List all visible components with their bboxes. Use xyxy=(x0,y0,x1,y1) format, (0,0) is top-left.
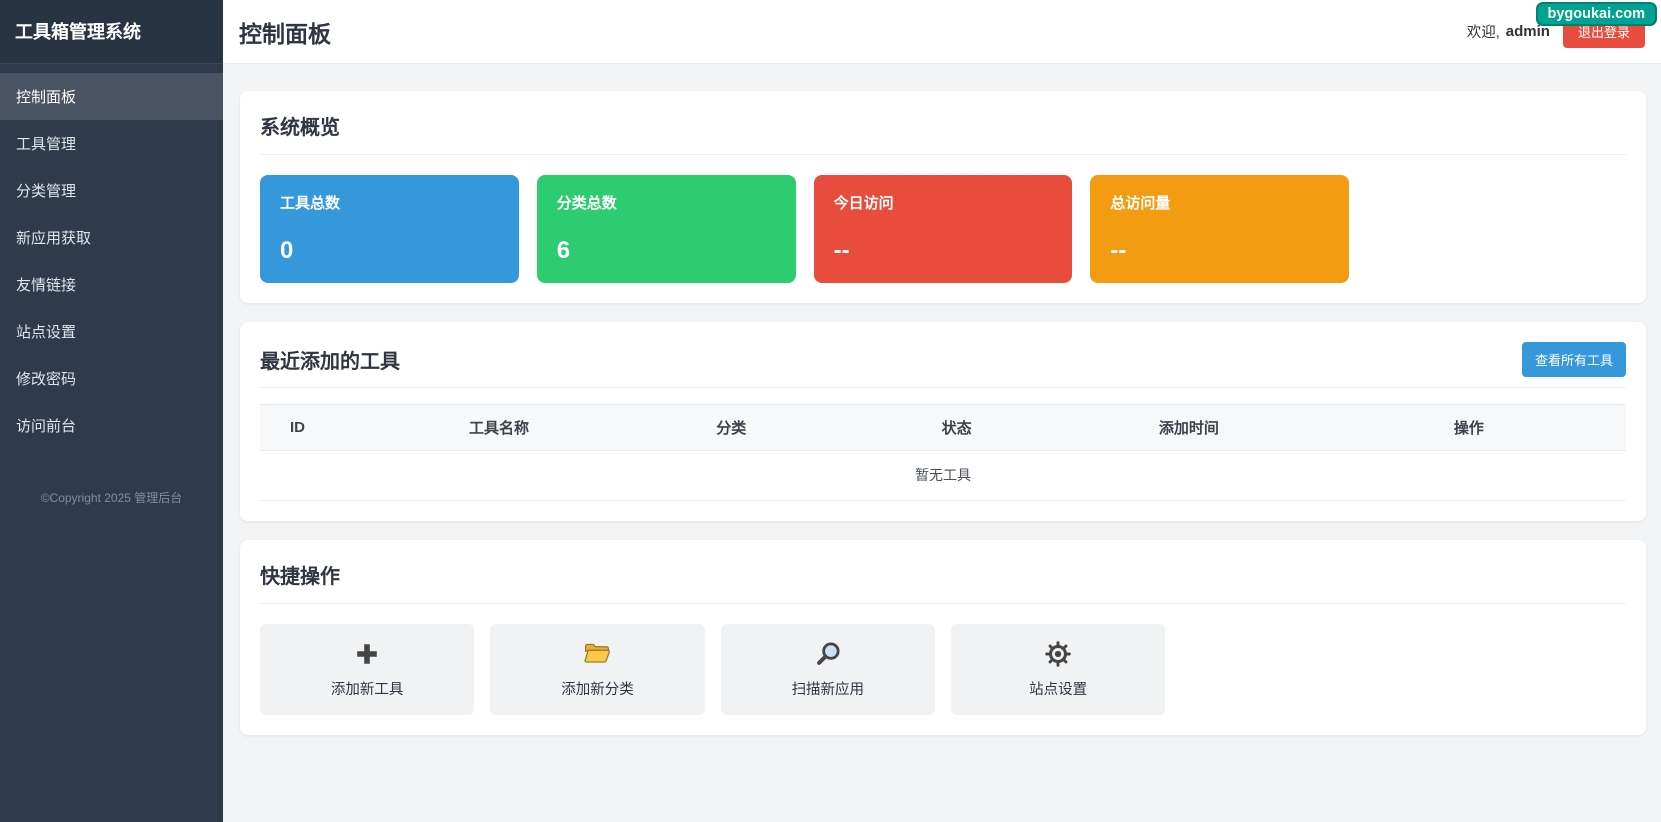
column-header: 添加时间 xyxy=(1066,405,1312,451)
topbar: 控制面板 欢迎, admin 退出登录 xyxy=(223,0,1661,64)
column-header: 状态 xyxy=(847,405,1066,451)
recent-tools-title: 最近添加的工具 xyxy=(260,345,400,374)
column-header: 操作 xyxy=(1312,405,1626,451)
quick-action-label: 添加新工具 xyxy=(270,678,464,699)
table-empty-row: 暂无工具 xyxy=(260,451,1626,501)
sidebar-item[interactable]: 访问前台 xyxy=(0,402,223,449)
sidebar-item-label: 修改密码 xyxy=(16,371,76,388)
stat-label: 今日访问 xyxy=(834,192,1053,213)
sidebar-item-label: 分类管理 xyxy=(16,183,76,200)
content: 系统概览 工具总数 0 分类总数 6 今日访问 -- 总访问量 -- 最近添加的… xyxy=(223,64,1661,754)
plus-icon xyxy=(353,640,381,668)
quick-action-icon-wrap xyxy=(270,639,464,669)
quick-action-label: 添加新分类 xyxy=(500,678,694,699)
search-icon xyxy=(814,640,842,668)
recent-tools-head: 最近添加的工具 查看所有工具 xyxy=(260,342,1626,388)
sidebar-item[interactable]: 修改密码 xyxy=(0,355,223,402)
sidebar-menu: 控制面板 工具管理 分类管理 新应用获取 友情链接 站点设置 修改密码 访问前台 xyxy=(0,64,223,449)
table-header-row: ID工具名称分类状态添加时间操作 xyxy=(260,405,1626,451)
sidebar-item[interactable]: 分类管理 xyxy=(0,167,223,214)
stat-value: -- xyxy=(1110,237,1329,265)
stat-card: 总访问量 -- xyxy=(1090,175,1349,283)
quick-action-tile[interactable]: 扫描新应用 xyxy=(721,624,935,715)
recent-tools-table: ID工具名称分类状态添加时间操作 暂无工具 xyxy=(260,404,1626,501)
app-title: 工具箱管理系统 xyxy=(0,0,223,64)
welcome-prefix: 欢迎, xyxy=(1467,21,1500,42)
sidebar-item[interactable]: 控制面板 xyxy=(0,73,223,120)
sidebar-item-label: 站点设置 xyxy=(16,324,76,341)
quick-action-tile[interactable]: 添加新工具 xyxy=(260,624,474,715)
stat-card: 工具总数 0 xyxy=(260,175,519,283)
sidebar-item-label: 新应用获取 xyxy=(16,230,91,247)
stat-value: 6 xyxy=(557,237,776,265)
quick-actions-title: 快捷操作 xyxy=(260,560,1626,604)
quick-action-tile[interactable]: 添加新分类 xyxy=(490,624,704,715)
quick-action-icon-wrap xyxy=(731,639,925,669)
overview-card: 系统概览 工具总数 0 分类总数 6 今日访问 -- 总访问量 -- xyxy=(240,91,1646,303)
page-title: 控制面板 xyxy=(239,15,331,49)
watermark-badge[interactable]: bygoukai.com xyxy=(1536,2,1658,26)
column-header: ID xyxy=(260,405,383,451)
sidebar-item[interactable]: 工具管理 xyxy=(0,120,223,167)
sidebar-item[interactable]: 新应用获取 xyxy=(0,214,223,261)
column-header: 工具名称 xyxy=(383,405,615,451)
stat-label: 总访问量 xyxy=(1110,192,1329,213)
stats-grid: 工具总数 0 分类总数 6 今日访问 -- 总访问量 -- xyxy=(260,175,1626,283)
sidebar-item-label: 控制面板 xyxy=(16,89,76,106)
overview-title: 系统概览 xyxy=(260,111,1626,155)
stat-label: 分类总数 xyxy=(557,192,776,213)
empty-state-text: 暂无工具 xyxy=(260,451,1626,501)
stat-value: -- xyxy=(834,237,1053,265)
quick-action-icon-wrap xyxy=(500,639,694,669)
sidebar-item[interactable]: 友情链接 xyxy=(0,261,223,308)
gear-icon xyxy=(1044,640,1072,668)
folder-icon xyxy=(583,640,611,668)
quick-action-label: 站点设置 xyxy=(961,678,1155,699)
main-area: bygoukai.com 控制面板 欢迎, admin 退出登录 系统概览 工具… xyxy=(223,0,1661,822)
stat-label: 工具总数 xyxy=(280,192,499,213)
sidebar-item-label: 友情链接 xyxy=(16,277,76,294)
copyright-text: ©Copyright 2025 管理后台 xyxy=(0,489,223,506)
quick-action-icon-wrap xyxy=(961,639,1155,669)
sidebar-item-label: 访问前台 xyxy=(16,418,76,435)
sidebar-item-label: 工具管理 xyxy=(16,136,76,153)
recent-tools-card: 最近添加的工具 查看所有工具 ID工具名称分类状态添加时间操作 暂无工具 xyxy=(240,322,1646,521)
column-header: 分类 xyxy=(615,405,847,451)
stat-card: 分类总数 6 xyxy=(537,175,796,283)
sidebar-item[interactable]: 站点设置 xyxy=(0,308,223,355)
quick-action-label: 扫描新应用 xyxy=(731,678,925,699)
stat-value: 0 xyxy=(280,237,499,265)
quick-action-tile[interactable]: 站点设置 xyxy=(951,624,1165,715)
stat-card: 今日访问 -- xyxy=(814,175,1073,283)
actions-grid: 添加新工具 添加新分类 扫描新应用 站点设置 xyxy=(260,624,1626,715)
quick-actions-card: 快捷操作 添加新工具 添加新分类 扫描新应用 站点设置 xyxy=(240,540,1646,735)
sidebar: 工具箱管理系统 控制面板 工具管理 分类管理 新应用获取 友情链接 站点设置 修… xyxy=(0,0,223,822)
view-all-tools-button[interactable]: 查看所有工具 xyxy=(1522,342,1626,377)
